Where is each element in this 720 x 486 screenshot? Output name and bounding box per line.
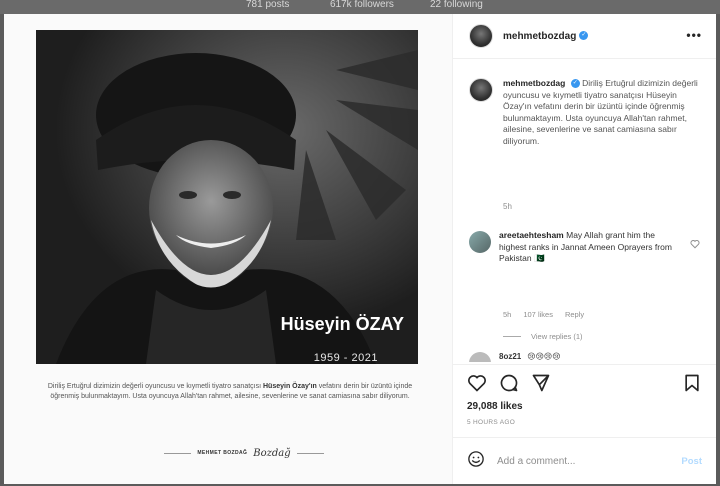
emoji-smiley-icon[interactable] (467, 450, 485, 473)
comment-item: areetaehtesham May Allah grant him the h… (469, 230, 705, 265)
comment-body: 😢😢😢😢 (527, 352, 561, 361)
commenter-username[interactable]: 8oz21 (499, 352, 521, 361)
more-options-icon[interactable]: ••• (686, 28, 702, 42)
caption-username[interactable]: mehmetbozdag (503, 78, 565, 88)
comment-likes[interactable]: 107 likes (523, 310, 553, 319)
signature-name: MEHMET BOZDAĞ (197, 450, 248, 456)
post-header: mehmetbozdag ✓ ••• (453, 14, 716, 59)
following-count: 22 following (430, 0, 483, 10)
background-profile-strip: 781 posts 617k followers 22 following (0, 0, 720, 14)
post-modal: Hüseyin ÖZAY 1959 - 2021 Diriliş Ertuğru… (4, 14, 716, 484)
post-comment-button[interactable]: Post (681, 456, 702, 467)
tribute-name: Hüseyin Özay'ın (263, 383, 317, 390)
signature-scribble: Bozdağ (253, 447, 291, 459)
commenter-avatar[interactable] (469, 352, 491, 362)
caption-body: Diriliş Ertuğrul dizimizin değerli oyunc… (503, 78, 698, 146)
like-heart-icon[interactable] (467, 373, 487, 398)
followers-count: 617k followers (330, 0, 394, 10)
author-username[interactable]: mehmetbozdag ✓ (503, 31, 589, 42)
memorial-photo: Hüseyin ÖZAY 1959 - 2021 (36, 30, 418, 364)
caption-avatar[interactable] (469, 78, 493, 102)
share-send-icon[interactable] (531, 373, 551, 398)
signature: MEHMET BOZDAĞ Bozdağ (164, 446, 325, 460)
post-timestamp[interactable]: 5 HOURS AGO (467, 419, 515, 426)
verified-badge-icon: ✓ (570, 79, 580, 89)
comment-input[interactable] (497, 456, 682, 467)
signature-divider (296, 452, 325, 454)
post-caption: mehmetbozdag ✓ Diriliş Ertuğrul dizimizi… (469, 78, 705, 147)
replies-divider (503, 336, 521, 337)
caption-timestamp[interactable]: 5h (503, 202, 512, 211)
memorial-years: 1959 - 2021 (313, 352, 378, 364)
reply-button[interactable]: Reply (565, 310, 584, 319)
comment-like-heart-icon[interactable] (690, 236, 700, 254)
view-replies-button[interactable]: View replies (1) (503, 332, 583, 341)
posts-count: 781 posts (246, 0, 290, 10)
post-image[interactable]: Hüseyin ÖZAY 1959 - 2021 Diriliş Ertuğru… (4, 14, 453, 484)
comment-text: areetaehtesham May Allah grant him the h… (499, 230, 683, 265)
post-actions: 29,088 likes 5 HOURS AGO Post (453, 364, 716, 484)
commenter-avatar[interactable] (469, 231, 491, 253)
memorial-name: Hüseyin ÖZAY (280, 314, 404, 334)
post-details-panel: mehmetbozdag ✓ ••• mehmetbozdag ✓ Diriliş… (453, 14, 716, 484)
comment-item: 8oz21 😢😢😢😢 (469, 352, 699, 362)
action-icons (467, 373, 551, 398)
likes-count[interactable]: 29,088 likes (467, 401, 523, 412)
author-avatar[interactable] (469, 24, 493, 48)
comment-meta: 5h 107 likes Reply (503, 310, 584, 319)
comment-bubble-icon[interactable] (499, 373, 519, 398)
bookmark-icon[interactable] (682, 373, 702, 398)
commenter-username[interactable]: areetaehtesham (499, 230, 564, 240)
comment-timestamp[interactable]: 5h (503, 310, 511, 319)
verified-badge-icon: ✓ (579, 31, 589, 41)
tribute-text: Diriliş Ertuğrul dizimizin değerli oyunc… (47, 383, 413, 400)
signature-divider (164, 452, 192, 454)
caption-text: mehmetbozdag ✓ Diriliş Ertuğrul dizimizi… (503, 78, 705, 147)
add-comment-bar: Post (453, 437, 716, 485)
